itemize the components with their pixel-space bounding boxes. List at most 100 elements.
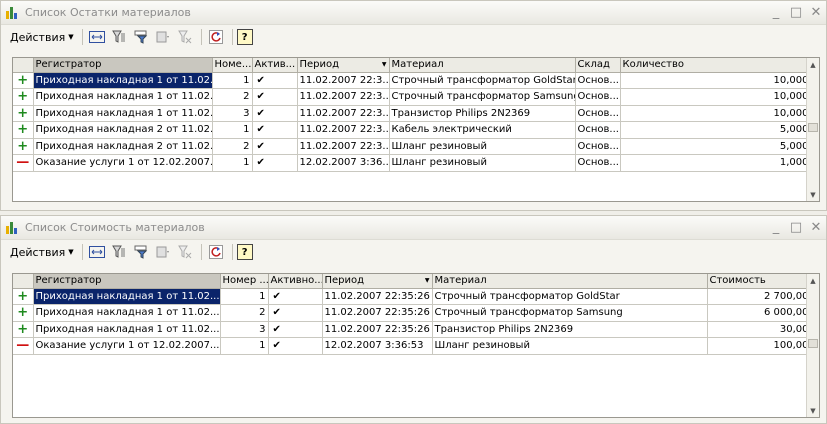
cell-cost[interactable]: 100,00 (707, 337, 812, 355)
check-icon[interactable]: ✔ (252, 138, 298, 155)
cell-registrator[interactable]: Приходная накладная 1 от 11.02... (33, 321, 221, 338)
check-icon[interactable]: ✔ (252, 72, 298, 89)
scroll-down-icon[interactable]: ▼ (807, 188, 819, 201)
column-header-active[interactable]: Актив... (252, 58, 298, 73)
filter-history-button[interactable] (153, 27, 173, 47)
cell-line[interactable]: 3 (220, 321, 269, 338)
cell-period[interactable]: 11.02.2007 22:35:26 (322, 304, 433, 322)
cell-material[interactable]: Строчный трансформатор Samsung (389, 88, 576, 106)
cell-period[interactable]: 12.02.2007 3:36... (297, 154, 390, 172)
check-icon[interactable]: ✔ (268, 321, 323, 338)
interval-button[interactable] (87, 27, 107, 47)
cell-registrator[interactable]: Приходная накладная 1 от 11.02... (33, 88, 213, 106)
column-header-line-number[interactable]: Номе... (212, 58, 253, 73)
cell-line[interactable]: 1 (212, 154, 253, 172)
column-header-quantity[interactable]: Количество (620, 58, 812, 73)
check-icon[interactable]: ✔ (268, 304, 323, 322)
table-row[interactable]: + Приходная накладная 1 от 11.02... 2 ✔ … (13, 88, 812, 106)
table-row[interactable]: + Приходная накладная 1 от 11.02... 3 ✔ … (13, 105, 812, 122)
cell-registrator[interactable]: Приходная накладная 2 от 11.02... (33, 121, 213, 139)
cell-quantity[interactable]: 10,000 (620, 72, 812, 89)
check-icon[interactable]: ✔ (252, 88, 298, 106)
cell-material[interactable]: Строчный трансформатор Samsung (432, 304, 708, 322)
cell-material[interactable]: Строчный трансформатор GoldStar (432, 288, 708, 305)
cell-material[interactable]: Транзистор Philips 2N2369 (389, 105, 576, 122)
actions-menu-button[interactable]: Действия ▼ (6, 29, 78, 46)
cell-registrator[interactable]: Приходная накладная 1 от 11.02... (33, 288, 221, 305)
minimize-icon[interactable]: _ (766, 3, 786, 23)
table-row[interactable]: + Приходная накладная 1 от 11.02... 1 ✔ … (13, 72, 812, 89)
scroll-up-icon[interactable]: ▲ (807, 58, 819, 71)
cell-period[interactable]: 11.02.2007 22:3... (297, 138, 390, 155)
cell-period[interactable]: 11.02.2007 22:35:26 (322, 288, 433, 305)
cell-material[interactable]: Кабель электрический (389, 121, 576, 139)
cell-warehouse[interactable]: Основ... (575, 72, 621, 89)
title-bar[interactable]: Список Остатки материалов _ □ ✕ (1, 1, 826, 25)
cell-line[interactable]: 2 (220, 304, 269, 322)
cell-material[interactable]: Транзистор Philips 2N2369 (432, 321, 708, 338)
column-header-line-number[interactable]: Номер ... (220, 274, 269, 289)
register-table[interactable]: Регистратор Номе... Актив... Период ▼ Мат… (12, 57, 820, 202)
column-header-warehouse[interactable]: Склад (575, 58, 621, 73)
vertical-scrollbar[interactable]: ▲ ▼ (806, 274, 819, 417)
actions-menu-button[interactable]: Действия ▼ (6, 244, 78, 261)
column-header-active[interactable]: Активно... (268, 274, 323, 289)
cell-line[interactable]: 1 (220, 288, 269, 305)
column-header-registrator[interactable]: Регистратор (33, 274, 221, 289)
filter-button[interactable] (109, 27, 129, 47)
cell-period[interactable]: 11.02.2007 22:3... (297, 88, 390, 106)
cell-registrator[interactable]: Оказание услуги 1 от 12.02.2007... (33, 154, 213, 172)
cell-quantity[interactable]: 5,000 (620, 121, 812, 139)
scroll-thumb[interactable] (808, 123, 818, 132)
filter-by-value-button[interactable] (131, 27, 151, 47)
cell-quantity[interactable]: 10,000 (620, 105, 812, 122)
cell-warehouse[interactable]: Основ... (575, 105, 621, 122)
column-header-material[interactable]: Материал (432, 274, 708, 289)
cell-line[interactable]: 3 (212, 105, 253, 122)
table-row[interactable]: + Приходная накладная 2 от 11.02... 2 ✔ … (13, 138, 812, 155)
cell-material[interactable]: Шланг резиновый (432, 337, 708, 355)
check-icon[interactable]: ✔ (252, 154, 298, 172)
interval-button[interactable] (87, 242, 107, 262)
cell-warehouse[interactable]: Основ... (575, 154, 621, 172)
help-icon[interactable]: ? (236, 29, 253, 45)
cell-material[interactable]: Шланг резиновый (389, 154, 576, 172)
help-icon[interactable]: ? (236, 244, 253, 260)
cell-registrator[interactable]: Приходная накладная 1 от 11.02... (33, 72, 213, 89)
disable-filter-button[interactable] (175, 242, 195, 262)
filter-button[interactable] (109, 242, 129, 262)
scroll-thumb[interactable] (808, 339, 818, 348)
vertical-scrollbar[interactable]: ▲ ▼ (806, 58, 819, 201)
scroll-down-icon[interactable]: ▼ (807, 404, 819, 417)
cell-line[interactable]: 2 (212, 88, 253, 106)
column-header-material[interactable]: Материал (389, 58, 576, 73)
cell-registrator[interactable]: Оказание услуги 1 от 12.02.2007... (33, 337, 221, 355)
filter-history-button[interactable] (153, 242, 173, 262)
column-header-period[interactable]: Период ▼ (297, 58, 390, 73)
check-icon[interactable]: ✔ (268, 337, 323, 355)
minimize-icon[interactable]: _ (766, 218, 786, 238)
cell-cost[interactable]: 6 000,00 (707, 304, 812, 322)
cell-warehouse[interactable]: Основ... (575, 138, 621, 155)
column-header-period[interactable]: Период ▼ (322, 274, 433, 289)
filter-by-value-button[interactable] (131, 242, 151, 262)
table-row[interactable]: + Приходная накладная 1 от 11.02... 2 ✔ … (13, 304, 812, 322)
cell-period[interactable]: 11.02.2007 22:35:26 (322, 321, 433, 338)
maximize-icon[interactable]: □ (786, 3, 806, 23)
cell-line[interactable]: 2 (212, 138, 253, 155)
title-bar[interactable]: Список Стоимость материалов _ □ ✕ (1, 216, 826, 240)
refresh-button[interactable] (206, 242, 226, 262)
close-icon[interactable]: ✕ (806, 218, 826, 238)
check-icon[interactable]: ✔ (268, 288, 323, 305)
cell-registrator[interactable]: Приходная накладная 2 от 11.02... (33, 138, 213, 155)
cell-period[interactable]: 11.02.2007 22:3... (297, 105, 390, 122)
cell-warehouse[interactable]: Основ... (575, 88, 621, 106)
cell-material[interactable]: Строчный трансформатор GoldStar (389, 72, 576, 89)
check-icon[interactable]: ✔ (252, 121, 298, 139)
cell-period[interactable]: 11.02.2007 22:3... (297, 121, 390, 139)
cell-quantity[interactable]: 5,000 (620, 138, 812, 155)
column-header-registrator[interactable]: Регистратор (33, 58, 213, 73)
table-row[interactable]: + Приходная накладная 2 от 11.02... 1 ✔ … (13, 121, 812, 139)
disable-filter-button[interactable] (175, 27, 195, 47)
cell-period[interactable]: 11.02.2007 22:3... (297, 72, 390, 89)
